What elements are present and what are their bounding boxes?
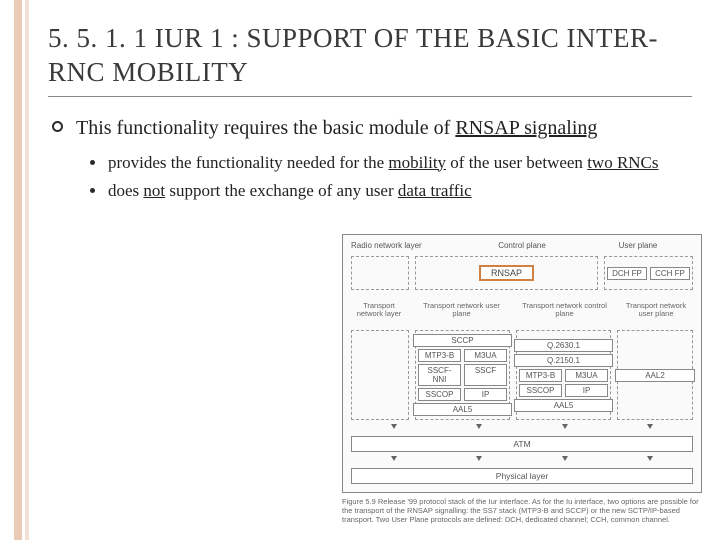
arrow-row: [351, 424, 693, 432]
header-right: User plane: [583, 241, 693, 250]
aal2-box: AAL2: [615, 369, 695, 382]
fp-cell: DCH FP CCH FP: [604, 256, 693, 290]
atm-row: ATM: [351, 436, 693, 452]
sub-list: provides the functionality needed for th…: [90, 152, 692, 204]
phys-row: Physical layer: [351, 468, 693, 484]
rnsap-cell: RNSAP: [415, 256, 598, 290]
ip-box-2: IP: [565, 384, 608, 397]
slide-title: 5. 5. 1. 1 IUR 1 : SUPPORT OF THE BASIC …: [48, 22, 692, 90]
underline-text: mobility: [388, 153, 446, 172]
text: provides the functionality needed for th…: [108, 153, 388, 172]
sscf-box: SSCF: [464, 364, 507, 386]
accent-bar-thin: [25, 0, 29, 540]
underline-text: data traffic: [398, 181, 472, 200]
sub-item: provides the functionality needed for th…: [90, 152, 692, 175]
underline-text: not: [143, 181, 165, 200]
diagram-body: Radio network layer Control plane User p…: [342, 234, 702, 493]
tnl-col1: Transport network user plane: [413, 294, 510, 326]
header-mid: Control plane: [467, 241, 577, 250]
header-left: Radio network layer: [351, 241, 461, 250]
text: does: [108, 181, 143, 200]
text: of the user between: [446, 153, 587, 172]
underline-text: RNSAP signaling: [455, 117, 597, 139]
m3ua-box: M3UA: [464, 349, 507, 362]
rnl-row: RNSAP DCH FP CCH FP: [351, 256, 693, 290]
text: This functionality requires the basic mo…: [76, 117, 455, 139]
diagram-header-row: Radio network layer Control plane User p…: [351, 241, 693, 250]
mtp3b-box: MTP3-B: [418, 349, 461, 362]
dch-fp-box: DCH FP: [607, 267, 647, 280]
sscf-nni-box: SSCF-NNI: [418, 364, 461, 386]
sccp-stack: SCCP MTP3-BM3UA SSCF-NNISSCF SSCOPIP AAL…: [415, 330, 510, 420]
q2630-box: Q.2630.1: [514, 339, 613, 352]
tnl-col3: Transport network user plane: [619, 294, 693, 326]
slide: 5. 5. 1. 1 IUR 1 : SUPPORT OF THE BASIC …: [0, 0, 720, 540]
q-stack: Q.2630.1 Q.2150.1 MTP3-BM3UA SSCOPIP AAL…: [516, 330, 611, 420]
spacer: [351, 330, 409, 420]
aal5-box-1: AAL5: [413, 403, 512, 416]
title-rule: [48, 96, 692, 97]
ip-box: IP: [464, 388, 507, 401]
m3ua-box-2: M3UA: [565, 369, 608, 382]
q2150-box: Q.2150.1: [514, 354, 613, 367]
arrow-row: [351, 456, 693, 464]
sub-item: does not support the exchange of any use…: [90, 180, 692, 203]
sscop-box: SSCOP: [418, 388, 461, 401]
text: support the exchange of any user: [165, 181, 398, 200]
underline-text: two RNCs: [587, 153, 658, 172]
sscop-box-2: SSCOP: [519, 384, 562, 397]
rnsap-box: RNSAP: [479, 265, 534, 281]
bullet-item: This functionality requires the basic mo…: [52, 115, 692, 204]
protocol-stack-figure: Radio network layer Control plane User p…: [342, 234, 702, 524]
aal2-stack: AAL2: [617, 330, 693, 420]
figure-caption: Figure 5.9 Release '99 protocol stack of…: [342, 497, 702, 524]
tnl-col2: Transport network control plane: [516, 294, 613, 326]
sccp-box: SCCP: [413, 334, 512, 347]
rnl-label-cell: [351, 256, 409, 290]
tnl-stack-row: SCCP MTP3-BM3UA SSCF-NNISSCF SSCOPIP AAL…: [351, 330, 693, 420]
tnl-header-row: Transport network layer Transport networ…: [351, 294, 693, 326]
mtp3b-box-2: MTP3-B: [519, 369, 562, 382]
bullet-list: This functionality requires the basic mo…: [52, 115, 692, 204]
tnl-label: Transport network layer: [351, 294, 407, 326]
accent-bar: [14, 0, 22, 540]
aal5-box-2: AAL5: [514, 399, 613, 412]
cch-fp-box: CCH FP: [650, 267, 690, 280]
